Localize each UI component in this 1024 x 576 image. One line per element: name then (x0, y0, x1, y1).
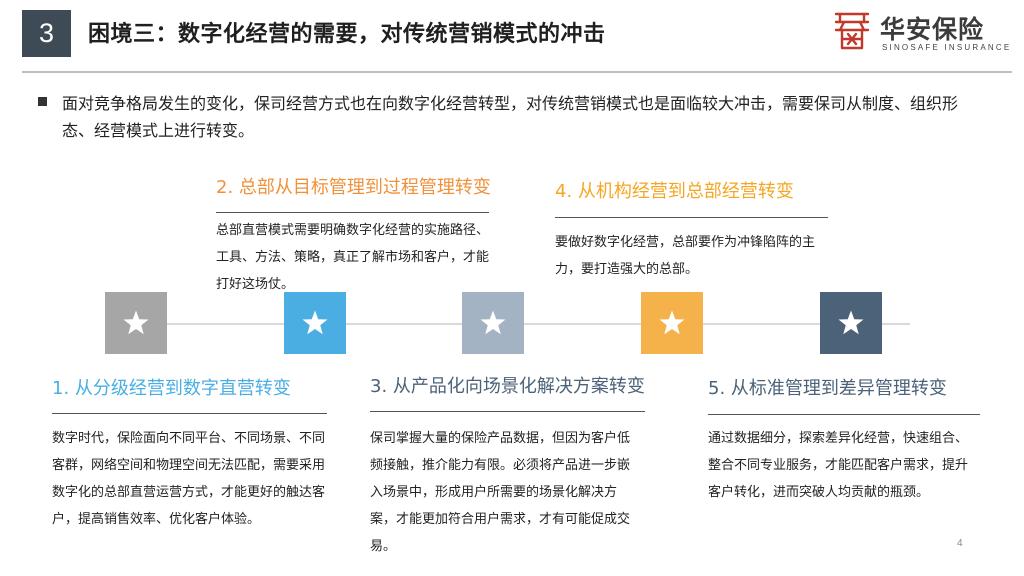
section-number-badge: 3 (22, 10, 71, 57)
logo-text-cn: 华安保险 (880, 15, 985, 44)
card-5-divider (708, 414, 980, 415)
page-title: 困境三：数字化经营的需要，对传统营销模式的冲击 (88, 22, 606, 47)
star-icon (302, 310, 328, 335)
page-number: 4 (957, 538, 963, 549)
logo-text-en: SINOSAFE INSURANCE (882, 43, 1012, 52)
card-1-divider (52, 413, 327, 414)
timeline-star-2 (284, 292, 346, 354)
bullet-square-icon (38, 97, 47, 106)
star-icon (123, 310, 149, 335)
card-4-body: 要做好数字化经营，总部要作为冲锋陷阵的主力，要打造强大的总部。 (555, 235, 816, 277)
timeline-star-5 (820, 292, 882, 354)
company-logo: 华安保险 SINOSAFE INSURANCE (830, 8, 1010, 58)
timeline-star-1 (105, 292, 167, 354)
card-3-body: 保司掌握大量的保险产品数据，但因为客户低频接触，推介能力有限。必须将产品进一步嵌… (370, 431, 631, 554)
card-2-divider (216, 212, 489, 213)
card-2-title: 2. 总部从目标管理到过程管理转变 (216, 177, 491, 198)
slide: 3 困境三：数字化经营的需要，对传统营销模式的冲击 华安保险 SINOSAFE … (0, 0, 1024, 576)
card-5-body: 通过数据细分，探索差异化经营，快速组合、整合不同专业服务，才能匹配客户需求，提升… (708, 431, 969, 500)
timeline-star-4 (641, 292, 703, 354)
intro-paragraph: 面对竞争格局发生的变化，保司经营方式也在向数字化经营转型，对传统营销模式也是面临… (62, 94, 959, 140)
header-divider (22, 71, 1012, 73)
card-3-divider (370, 411, 645, 412)
card-1-body: 数字时代，保险面向不同平台、不同场景、不同客群，网络空间和物理空间无法匹配，需要… (52, 431, 326, 527)
card-5-title: 5. 从标准管理到差异管理转变 (708, 378, 947, 399)
card-4-divider (555, 217, 828, 218)
star-icon (838, 310, 864, 335)
timeline-star-3 (462, 292, 524, 354)
logo-mark-icon (834, 12, 870, 50)
star-icon (480, 310, 506, 335)
card-1-title: 1. 从分级经营到数字直营转变 (52, 378, 291, 399)
card-2-body: 总部直营模式需要明确数字化经营的实施路径、工具、方法、策略，真正了解市场和客户，… (216, 223, 490, 292)
card-4-title: 4. 从机构经营到总部经营转变 (555, 181, 794, 202)
card-3-title: 3. 从产品化向场景化解决方案转变 (370, 376, 645, 397)
star-icon (659, 310, 685, 335)
